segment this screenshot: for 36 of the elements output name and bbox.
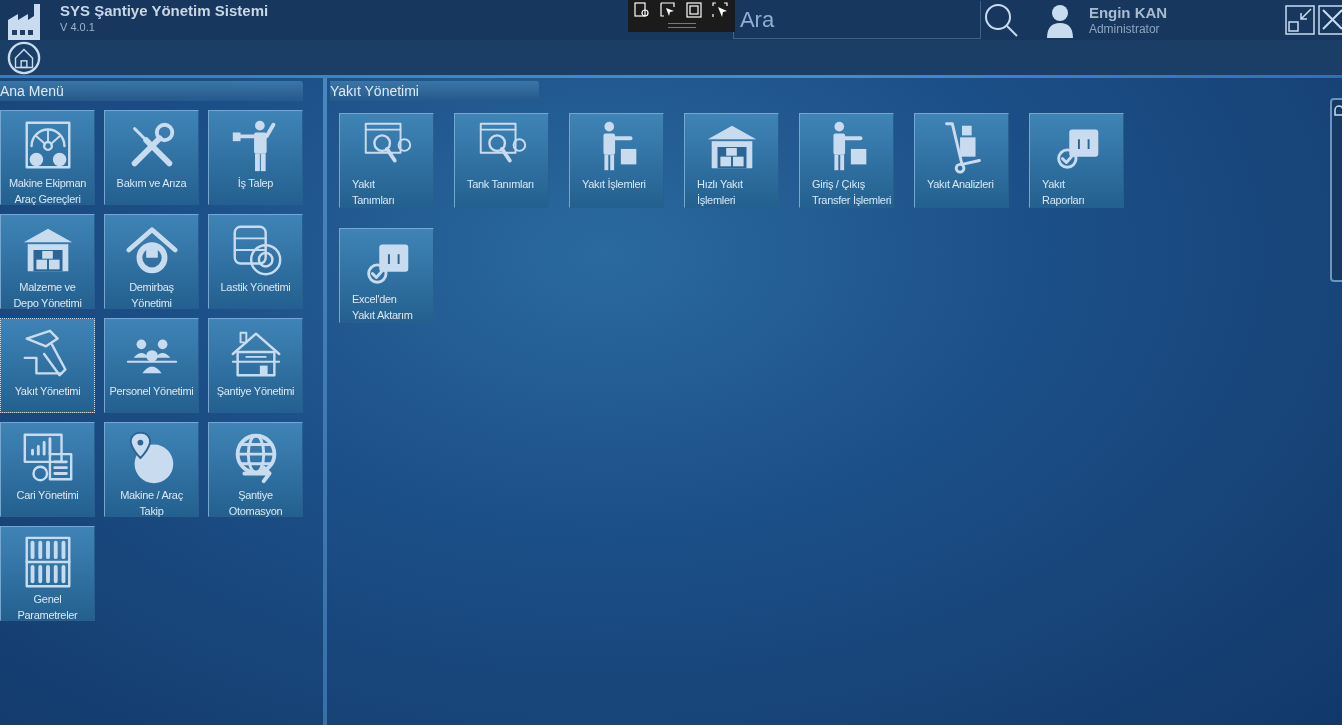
- menu-tile[interactable]: Cari Yönetimi: [0, 422, 95, 517]
- menu-tile[interactable]: Şantiye Yönetimi: [208, 318, 303, 413]
- app-version: V 4.0.1: [60, 21, 96, 33]
- menu-tile[interactable]: Makine Ekipman Araç Gereçleri: [0, 110, 95, 205]
- submenu-header: Yakıt Yönetimi: [330, 81, 539, 101]
- submenu-tile[interactable]: Tank Tanımları: [454, 113, 549, 208]
- user-silhouette-icon: [1044, 2, 1075, 38]
- submenu-tile[interactable]: Yakıt Analizleri: [914, 113, 1009, 208]
- home-icon[interactable]: [7, 41, 41, 75]
- user-role: Administrator: [1088, 22, 1161, 36]
- submenu-tile[interactable]: Giriş / Çıkış Transfer İşlemleri: [799, 113, 894, 208]
- submenu-tile[interactable]: Yakıt Tanımları: [339, 113, 434, 208]
- tree-select-icon[interactable]: [634, 2, 650, 18]
- menu-tile[interactable]: Malzeme ve Depo Yönetimi: [0, 214, 95, 309]
- menu-tile[interactable]: Personel Yönetimi: [104, 318, 199, 413]
- user-name: Engin KAN: [1088, 4, 1168, 21]
- main-menu-header: Ana Menü: [0, 81, 303, 101]
- restore-window-icon[interactable]: [1285, 5, 1315, 35]
- frame-icon[interactable]: [686, 2, 702, 18]
- close-icon[interactable]: [1318, 5, 1342, 35]
- menu-tile[interactable]: Bakım ve Arıza: [104, 110, 199, 205]
- submenu-tile[interactable]: Hızlı Yakıt İşlemleri: [684, 113, 779, 208]
- menu-tile[interactable]: Makine / Araç Takip: [104, 422, 199, 517]
- menu-tile[interactable]: İş Talep: [208, 110, 303, 205]
- submenu-tile[interactable]: Yakıt Raporları: [1029, 113, 1124, 208]
- menu-tile[interactable]: Genel Parametreler: [0, 526, 95, 621]
- cursor-frame-icon[interactable]: [712, 2, 728, 18]
- search-icon[interactable]: [982, 2, 1019, 38]
- menu-tile[interactable]: Yakıt Yönetimi: [0, 318, 95, 413]
- menu-tile[interactable]: Demirbaş Yönetimi: [104, 214, 199, 309]
- submenu-tile[interactable]: Yakıt İşlemleri: [569, 113, 664, 208]
- app-title: SYS Şantiye Yönetim Sistemi: [60, 2, 269, 19]
- menu-tile[interactable]: Şantiye Otomasyon: [208, 422, 303, 517]
- cursor-select-icon[interactable]: [660, 2, 676, 18]
- menu-tile[interactable]: Lastik Yönetimi: [208, 214, 303, 309]
- submenu-tile[interactable]: Excel'den Yakıt Aktarım: [339, 228, 434, 323]
